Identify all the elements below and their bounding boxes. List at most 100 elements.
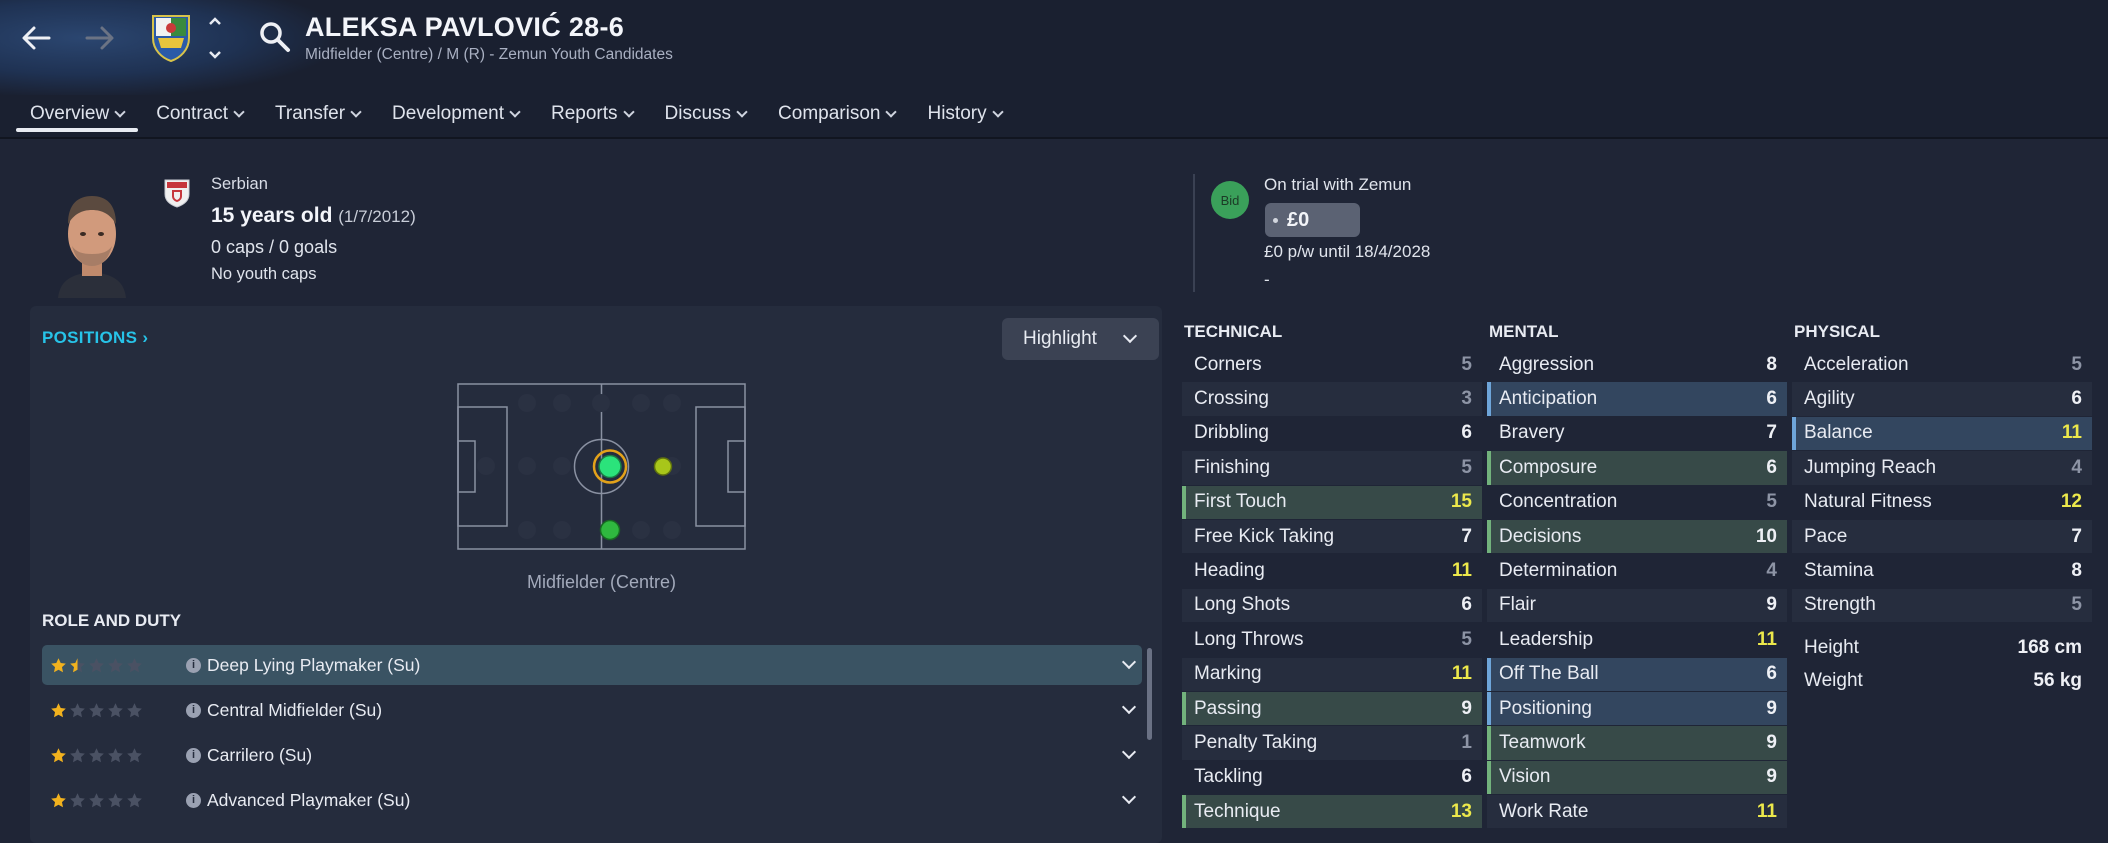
role-row[interactable]: i Advanced Playmaker (Su) — [42, 780, 1142, 820]
attribute-row[interactable]: Heading 11 — [1182, 554, 1482, 589]
tab-development[interactable]: Development — [376, 94, 535, 134]
attribute-row[interactable]: Long Throws 5 — [1182, 623, 1482, 658]
attribute-row[interactable]: First Touch 15 — [1182, 485, 1482, 520]
forward-button[interactable] — [80, 18, 120, 58]
attribute-name: Heading — [1194, 560, 1265, 582]
tab-comparison[interactable]: Comparison — [762, 94, 911, 134]
attribute-name: Passing — [1194, 697, 1262, 719]
attribute-row[interactable]: Long Shots 6 — [1182, 588, 1482, 624]
chevron-down-icon[interactable] — [1121, 699, 1137, 715]
attribute-row[interactable]: Decisions 10 — [1487, 519, 1787, 555]
attribute-value: 5 — [1766, 491, 1777, 513]
nationality[interactable]: Serbian — [211, 175, 268, 194]
attribute-row[interactable]: Teamwork 9 — [1487, 726, 1787, 761]
attribute-row[interactable]: Passing 9 — [1182, 691, 1482, 727]
attribute-row[interactable]: Off The Ball 6 — [1487, 657, 1787, 692]
player-subtitle[interactable]: Midfielder (Centre) / M (R) - Zemun Yout… — [305, 46, 673, 64]
info-icon[interactable]: i — [186, 702, 201, 718]
attribute-row[interactable]: Determination 4 — [1487, 554, 1787, 589]
attribute-name: Flair — [1499, 594, 1536, 616]
attribute-row[interactable]: Acceleration 5 — [1792, 348, 2092, 383]
attribute-name: Positioning — [1499, 697, 1592, 719]
role-row[interactable]: i Carrilero (Su) — [42, 735, 1142, 775]
back-button[interactable] — [16, 18, 56, 58]
player-switcher[interactable] — [205, 16, 225, 60]
attribute-row[interactable]: Finishing 5 — [1182, 451, 1482, 486]
attribute-row[interactable]: Corners 5 — [1182, 348, 1482, 383]
role-row[interactable]: i Central Midfielder (Su) — [42, 690, 1142, 730]
attribute-row[interactable]: Leadership 11 — [1487, 623, 1787, 658]
attribute-name: Stamina — [1804, 560, 1874, 582]
attribute-row[interactable]: Jumping Reach 4 — [1792, 451, 2092, 486]
attribute-row[interactable]: Stamina 8 — [1792, 554, 2092, 589]
role-row[interactable]: i Deep Lying Playmaker (Su) — [42, 645, 1142, 685]
attribute-row[interactable]: Tackling 6 — [1182, 761, 1482, 796]
role-label: Carrilero (Su) — [207, 744, 313, 765]
star-icon — [70, 657, 85, 672]
attribute-name: Balance — [1804, 422, 1873, 444]
attribute-row[interactable]: Pace 7 — [1792, 519, 2092, 555]
tab-history[interactable]: History — [911, 94, 1017, 134]
attribute-row[interactable]: Penalty Taking 1 — [1182, 726, 1482, 761]
tab-overview[interactable]: Overview — [14, 94, 140, 134]
attribute-value: 12 — [2060, 491, 2082, 513]
tab-discuss[interactable]: Discuss — [649, 94, 763, 134]
positions-link[interactable]: POSITIONS › — [42, 328, 148, 348]
chevron-down-icon[interactable] — [1121, 789, 1137, 805]
chevron-down-icon — [509, 106, 521, 118]
attribute-row[interactable]: Strength 5 — [1792, 588, 2092, 624]
serbia-flag-icon[interactable] — [163, 178, 191, 208]
attribute-name: Long Throws — [1194, 628, 1304, 650]
attribute-row[interactable]: Natural Fitness 12 — [1792, 486, 2092, 520]
chevron-up-icon[interactable] — [208, 16, 222, 26]
tab-contract[interactable]: Contract — [140, 94, 259, 134]
roles-scrollbar[interactable] — [1147, 648, 1152, 740]
attribute-row[interactable]: Marking 11 — [1182, 657, 1482, 692]
highlight-dropdown[interactable]: Highlight — [1002, 318, 1159, 360]
attribute-row[interactable]: Free Kick Taking 7 — [1182, 519, 1482, 555]
attribute-row[interactable]: Technique 13 — [1182, 795, 1482, 830]
player-avatar[interactable] — [48, 188, 136, 298]
info-icon[interactable]: i — [186, 747, 201, 763]
attribute-row[interactable]: Flair 9 — [1487, 588, 1787, 624]
search-icon[interactable] — [258, 20, 292, 54]
attribute-row[interactable]: Positioning 9 — [1487, 691, 1787, 727]
attribute-row[interactable]: Balance 11 — [1792, 416, 2092, 452]
info-icon[interactable]: i — [186, 792, 201, 808]
attribute-row[interactable]: Anticipation 6 — [1487, 382, 1787, 417]
transfer-value[interactable]: £0 — [1265, 203, 1360, 237]
attribute-value: 7 — [1461, 525, 1472, 547]
attribute-row[interactable]: Composure 6 — [1487, 451, 1787, 486]
bid-button[interactable]: Bid — [1211, 181, 1249, 219]
chevron-down-icon[interactable] — [1121, 654, 1137, 670]
attribute-value: 5 — [1461, 456, 1472, 478]
star-icon — [89, 702, 104, 717]
attribute-row[interactable]: Work Rate 11 — [1487, 795, 1787, 830]
attribute-value: 11 — [1756, 800, 1777, 822]
attribute-row[interactable]: Concentration 5 — [1487, 486, 1787, 520]
position-dot-mr[interactable] — [653, 457, 673, 476]
attribute-value: 5 — [2071, 353, 2082, 375]
tab-transfer[interactable]: Transfer — [259, 94, 376, 134]
attribute-row[interactable]: Agility 6 — [1792, 382, 2092, 417]
attribute-value: 5 — [1461, 628, 1472, 650]
tab-reports[interactable]: Reports — [535, 94, 649, 134]
attribute-row[interactable]: Dribbling 6 — [1182, 417, 1482, 452]
mental-title: MENTAL — [1489, 322, 1559, 341]
physical-attributes: PHYSICAL Acceleration 5 Agility 6 Balance 11 J… — [1792, 322, 2092, 624]
attribute-value: 9 — [1766, 697, 1777, 719]
attribute-row[interactable]: Crossing 3 — [1182, 382, 1482, 417]
attribute-row[interactable]: Bravery 7 — [1487, 417, 1787, 452]
chevron-down-icon[interactable] — [1121, 744, 1137, 760]
chevron-down-icon[interactable] — [208, 50, 222, 60]
pitch-diagram[interactable] — [457, 383, 746, 550]
attribute-value: 7 — [2071, 525, 2082, 547]
position-dot-m-low[interactable] — [599, 519, 621, 541]
club-crest-icon[interactable] — [150, 12, 192, 62]
attribute-name: Finishing — [1194, 456, 1271, 478]
attribute-name: Free Kick Taking — [1194, 525, 1335, 547]
info-icon[interactable]: i — [186, 657, 201, 673]
attribute-name: Acceleration — [1804, 353, 1909, 375]
attribute-row[interactable]: Vision 9 — [1487, 760, 1787, 796]
attribute-row[interactable]: Aggression 8 — [1487, 348, 1787, 383]
